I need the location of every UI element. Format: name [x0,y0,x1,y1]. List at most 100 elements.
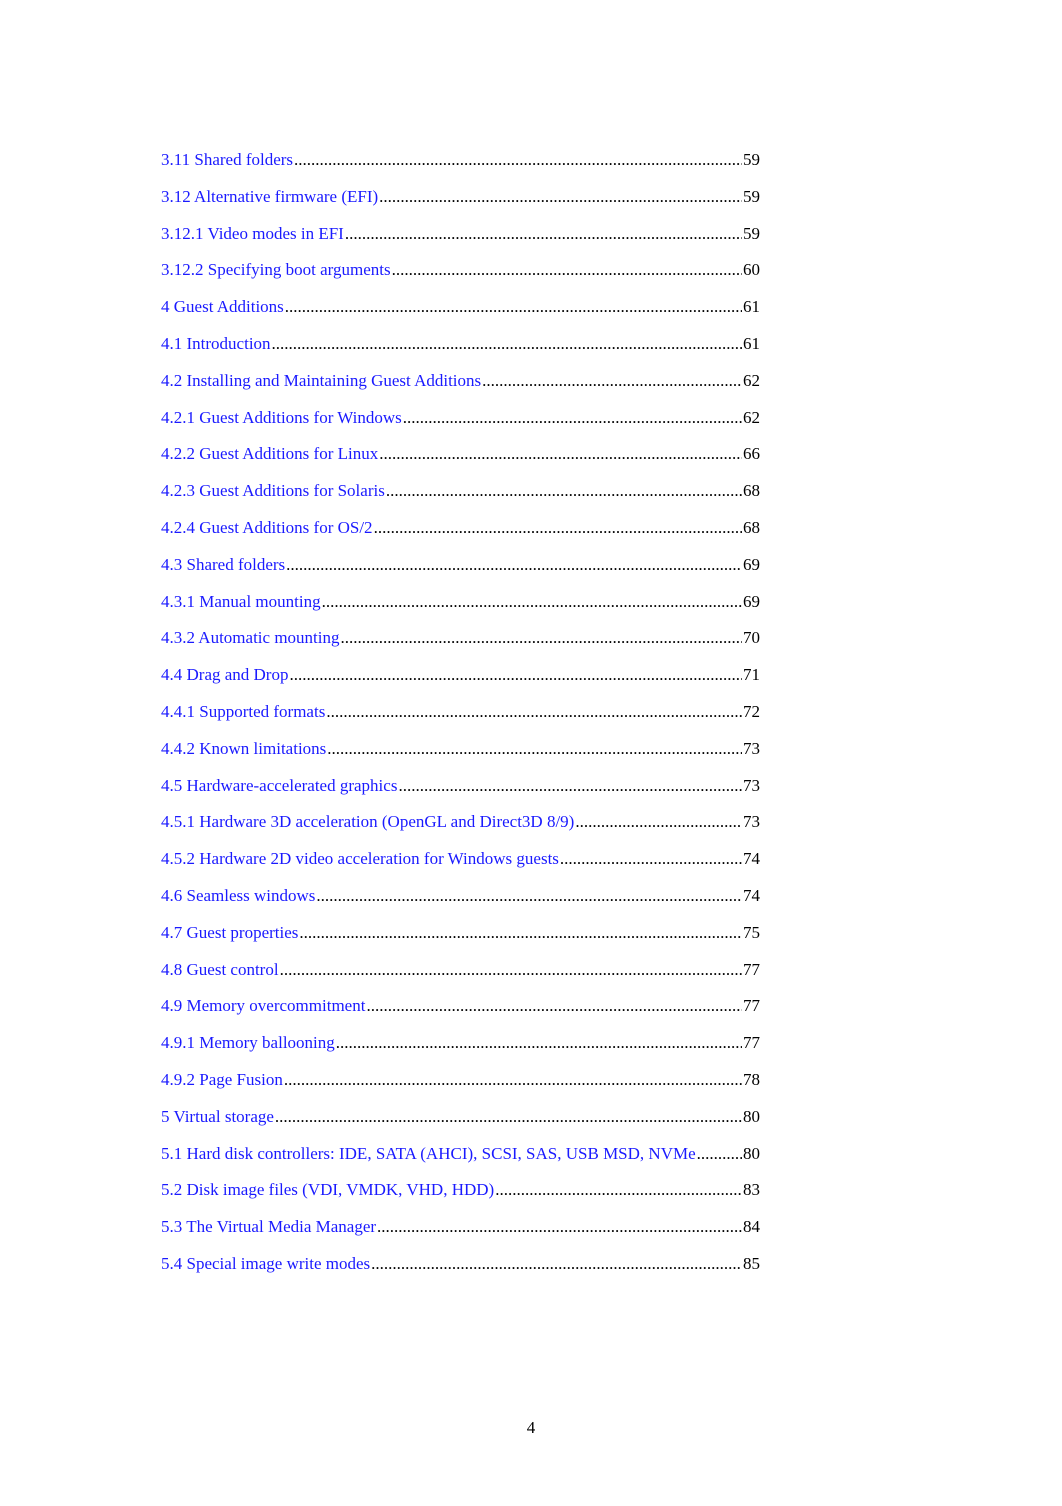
dot-leader [327,737,742,761]
dot-leader [697,1142,742,1166]
page-number: 4 [526,1418,536,1437]
toc-entry-link[interactable]: 4.9.2 Page Fusion [161,1068,283,1092]
toc-entry-link[interactable]: 4.8 Guest control [161,958,279,982]
toc-page-number: 80 [743,1106,760,1126]
toc-entry[interactable]: 4.2 Installing and Maintaining Guest Add… [161,369,760,406]
toc-entry[interactable]: 3.11 Shared folders 59 [161,148,760,185]
toc-entry-link[interactable]: 4.1 Introduction [161,332,271,356]
toc-entry[interactable]: 5.3 The Virtual Media Manager 84 [161,1215,760,1252]
toc-entry[interactable]: 4 Guest Additions 61 [161,295,760,332]
toc-entry[interactable]: 4.2.4 Guest Additions for OS/2 68 [161,516,760,553]
toc-entry-link[interactable]: 4.3 Shared folders [161,553,285,577]
toc-page-number: 83 [743,1180,760,1200]
toc-page-number: 61 [743,297,760,317]
dot-leader [299,921,742,945]
toc-entry[interactable]: 4.5.1 Hardware 3D acceleration (OpenGL a… [161,810,760,847]
toc-entry[interactable]: 5.4 Special image write modes 85 [161,1252,760,1289]
toc-page-number: 73 [743,738,760,758]
toc-entry-link[interactable]: 5.4 Special image write modes [161,1252,370,1276]
dot-leader [392,258,742,282]
toc-entry-link[interactable]: 4 Guest Additions [161,295,284,319]
toc-entry-link[interactable]: 4.2.4 Guest Additions for OS/2 [161,516,373,540]
toc-page-number: 60 [743,260,760,280]
toc-entry[interactable]: 4.3.1 Manual mounting 69 [161,590,760,627]
toc-entry[interactable]: 4.1 Introduction 61 [161,332,760,369]
toc-entry-link[interactable]: 4.5.2 Hardware 2D video acceleration for… [161,847,559,871]
toc-entry-link[interactable]: 5.1 Hard disk controllers: IDE, SATA (AH… [161,1142,696,1166]
toc-page-number: 66 [743,444,760,464]
toc-entry-link[interactable]: 4.3.1 Manual mounting [161,590,321,614]
dot-leader [379,442,742,466]
toc-entry[interactable]: 3.12.1 Video modes in EFI 59 [161,222,760,259]
toc-entry[interactable]: 3.12 Alternative firmware (EFI) 59 [161,185,760,222]
toc-page-number: 73 [743,812,760,832]
dot-leader [366,994,742,1018]
toc-entry-link[interactable]: 4.2.1 Guest Additions for Windows [161,406,402,430]
toc-entry[interactable]: 4.9.1 Memory ballooning 77 [161,1031,760,1068]
toc-entry[interactable]: 4.3 Shared folders 69 [161,553,760,590]
toc-entry[interactable]: 4.9 Memory overcommitment 77 [161,994,760,1031]
toc-page-number: 75 [743,922,760,942]
toc-entry[interactable]: 4.6 Seamless windows 74 [161,884,760,921]
toc-page-number: 74 [743,849,760,869]
toc-entry[interactable]: 5.1 Hard disk controllers: IDE, SATA (AH… [161,1142,760,1179]
dot-leader [272,332,742,356]
toc-entry[interactable]: 4.8 Guest control 77 [161,958,760,995]
toc-page-number: 69 [743,554,760,574]
toc-entry-link[interactable]: 4.4.1 Supported formats [161,700,325,724]
dot-leader [285,295,742,319]
toc-entry-link[interactable]: 4.2.3 Guest Additions for Solaris [161,479,385,503]
toc-entry[interactable]: 4.3.2 Automatic mounting 70 [161,626,760,663]
toc-entry[interactable]: 5 Virtual storage 80 [161,1105,760,1142]
dot-leader [386,479,742,503]
toc-entry-link[interactable]: 3.12 Alternative firmware (EFI) [161,185,378,209]
toc-entry-link[interactable]: 4.4.2 Known limitations [161,737,326,761]
toc-entry[interactable]: 4.7 Guest properties 75 [161,921,760,958]
dot-leader [284,1068,742,1092]
toc-page-number: 71 [743,665,760,685]
toc-entry-link[interactable]: 4.6 Seamless windows [161,884,315,908]
dot-leader [379,185,742,209]
toc-entry[interactable]: 4.5 Hardware-accelerated graphics 73 [161,774,760,811]
toc-entry-link[interactable]: 5 Virtual storage [161,1105,274,1129]
toc-entry[interactable]: 3.12.2 Specifying boot arguments 60 [161,258,760,295]
toc-entry-link[interactable]: 4.3.2 Automatic mounting [161,626,340,650]
toc-entry[interactable]: 4.2.1 Guest Additions for Windows 62 [161,406,760,443]
toc-entry-link[interactable]: 4.7 Guest properties [161,921,298,945]
toc-entry-link[interactable]: 4.9 Memory overcommitment [161,994,365,1018]
toc-page-number: 84 [743,1217,760,1237]
toc-entry-link[interactable]: 4.4 Drag and Drop [161,663,288,687]
toc-entry-link[interactable]: 4.2 Installing and Maintaining Guest Add… [161,369,481,393]
toc-entry-link[interactable]: 5.3 The Virtual Media Manager [161,1215,376,1239]
toc-entry[interactable]: 4.5.2 Hardware 2D video acceleration for… [161,847,760,884]
toc-entry-link[interactable]: 3.12.1 Video modes in EFI [161,222,344,246]
toc-entry-link[interactable]: 5.2 Disk image files (VDI, VMDK, VHD, HD… [161,1178,494,1202]
toc-page-number: 77 [743,959,760,979]
toc-entry[interactable]: 4.4 Drag and Drop 71 [161,663,760,700]
toc-entry-link[interactable]: 3.11 Shared folders [161,148,293,172]
toc-entry-link[interactable]: 4.9.1 Memory ballooning [161,1031,335,1055]
toc-page-number: 59 [743,223,760,243]
toc-page-number: 59 [743,150,760,169]
toc-page-number: 69 [743,591,760,611]
dot-leader [398,774,742,798]
toc-entry[interactable]: 4.9.2 Page Fusion 78 [161,1068,760,1105]
toc-entry[interactable]: 4.4.2 Known limitations 73 [161,737,760,774]
toc-entry-link[interactable]: 4.5 Hardware-accelerated graphics [161,774,397,798]
toc-entry[interactable]: 4.2.3 Guest Additions for Solaris 68 [161,479,760,516]
toc-page-number: 80 [743,1143,760,1163]
toc-entry[interactable]: 5.2 Disk image files (VDI, VMDK, VHD, HD… [161,1178,760,1215]
toc-page-number: 68 [743,481,760,501]
toc-entry[interactable]: 4.4.1 Supported formats 72 [161,700,760,737]
dot-leader [341,626,743,650]
toc-page-number: 62 [743,407,760,427]
dot-leader [377,1215,742,1239]
dot-leader [322,590,742,614]
toc-entry-link[interactable]: 4.5.1 Hardware 3D acceleration (OpenGL a… [161,810,574,834]
toc-entry-link[interactable]: 3.12.2 Specifying boot arguments [161,258,391,282]
dot-leader [403,406,742,430]
toc-entry[interactable]: 4.2.2 Guest Additions for Linux 66 [161,442,760,479]
toc-entry-link[interactable]: 4.2.2 Guest Additions for Linux [161,442,378,466]
toc-page-number: 85 [743,1253,760,1273]
dot-leader [482,369,742,393]
